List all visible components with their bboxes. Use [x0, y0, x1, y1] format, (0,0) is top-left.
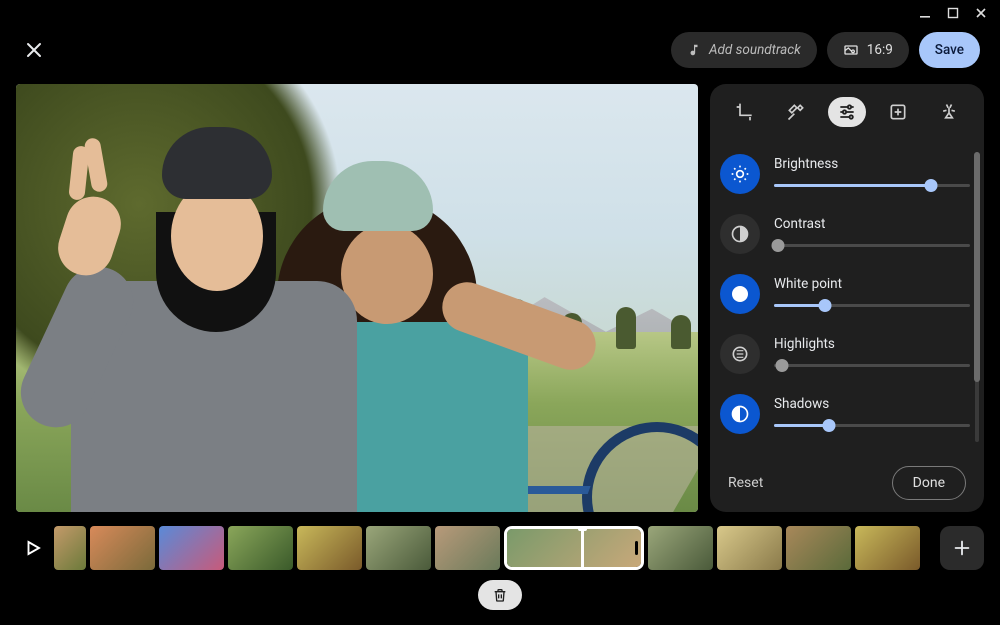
highlights-slider[interactable] [774, 358, 970, 372]
timeline-clip[interactable] [54, 526, 86, 570]
timeline-clip[interactable] [648, 526, 713, 570]
edit-panel: Brightness Contrast White point Highlights S… [710, 84, 984, 512]
save-label: Save [935, 42, 964, 58]
timeline-clip[interactable] [435, 526, 500, 570]
timeline-clip[interactable] [297, 526, 362, 570]
playhead[interactable] [581, 526, 584, 570]
reset-button[interactable]: Reset [728, 475, 763, 491]
close-editor-button[interactable] [22, 38, 46, 62]
highlights-icon[interactable] [720, 334, 760, 374]
adjust-row-contrast: Contrast [720, 204, 970, 264]
window-minimize-button[interactable] [918, 6, 932, 20]
whitepoint-slider[interactable] [774, 298, 970, 312]
window-close-button[interactable] [974, 6, 988, 20]
tab-filters[interactable] [879, 97, 917, 127]
aspect-ratio-button[interactable]: 16:9 [827, 32, 909, 68]
contrast-icon[interactable] [720, 214, 760, 254]
timeline-clips[interactable] [54, 526, 930, 570]
timeline-clip[interactable] [717, 526, 782, 570]
edited-photo [16, 84, 698, 512]
adjust-row-whitepoint: White point [720, 264, 970, 324]
add-soundtrack-button[interactable]: Add soundtrack [671, 32, 817, 68]
timeline-clip[interactable] [855, 526, 920, 570]
shadows-label: Shadows [774, 396, 970, 412]
brightness-icon[interactable] [720, 154, 760, 194]
save-button[interactable]: Save [919, 32, 980, 68]
brightness-slider[interactable] [774, 178, 970, 192]
photo-canvas[interactable] [16, 84, 698, 512]
timeline-clip[interactable] [786, 526, 851, 570]
adjustments-list: Brightness Contrast White point Highlights S… [710, 140, 984, 454]
music-note-icon [687, 43, 701, 57]
delete-clip-button[interactable] [478, 580, 522, 610]
soundtrack-label: Add soundtrack [709, 42, 801, 58]
adjust-row-brightness: Brightness [720, 144, 970, 204]
window-titlebar [906, 0, 1000, 26]
shadows-icon[interactable] [720, 394, 760, 434]
editor-topbar: Add soundtrack 16:9 Save [0, 30, 1000, 70]
timeline-clip[interactable] [504, 526, 644, 570]
edit-panel-tabs [710, 84, 984, 140]
tab-adjust[interactable] [828, 97, 866, 127]
adjust-row-shadows: Shadows [720, 384, 970, 444]
aspect-ratio-label: 16:9 [867, 42, 893, 58]
tab-tools[interactable] [777, 97, 815, 127]
shadows-slider[interactable] [774, 418, 970, 432]
play-button[interactable] [16, 526, 50, 570]
panel-scrollbar-thumb[interactable] [974, 152, 980, 382]
timeline-clip[interactable] [366, 526, 431, 570]
add-clip-button[interactable] [940, 526, 984, 570]
timeline-clip[interactable] [159, 526, 224, 570]
highlights-label: Highlights [774, 336, 970, 352]
timeline [16, 526, 984, 570]
timeline-clip[interactable] [90, 526, 155, 570]
whitepoint-label: White point [774, 276, 970, 292]
brightness-label: Brightness [774, 156, 970, 172]
tab-markup[interactable] [930, 97, 968, 127]
adjust-row-highlights: Highlights [720, 324, 970, 384]
trash-icon [492, 587, 508, 603]
window-maximize-button[interactable] [946, 6, 960, 20]
contrast-label: Contrast [774, 216, 970, 232]
done-button[interactable]: Done [892, 466, 966, 500]
tab-crop[interactable] [726, 97, 764, 127]
aspect-ratio-icon [843, 42, 859, 58]
contrast-slider[interactable] [774, 238, 970, 252]
whitepoint-icon[interactable] [720, 274, 760, 314]
timeline-clip[interactable] [228, 526, 293, 570]
